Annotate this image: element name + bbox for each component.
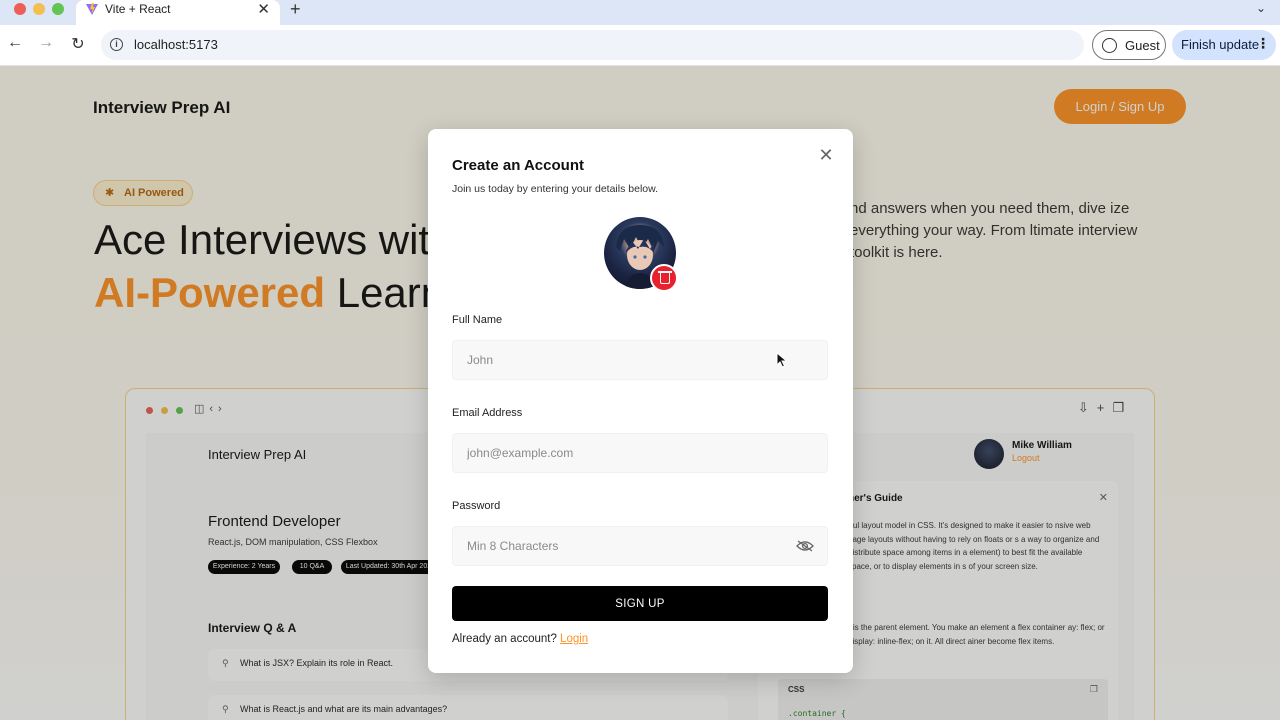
password-label: Password [452, 500, 501, 512]
guest-label: Guest [1125, 38, 1160, 53]
delete-photo-button[interactable] [650, 264, 678, 292]
password-input[interactable] [452, 526, 828, 566]
mouse-cursor-icon [776, 352, 788, 368]
chevron-down-icon[interactable]: ⌄ [1256, 1, 1266, 15]
address-bar[interactable]: i localhost:5173 [101, 30, 1084, 60]
reload-icon[interactable]: ↻ [68, 34, 88, 54]
have-account-text: Already an account? Login [452, 633, 588, 645]
tab-title: Vite + React [105, 2, 171, 16]
person-icon [1102, 38, 1117, 53]
info-icon[interactable]: i [110, 38, 123, 51]
kebab-menu-icon[interactable]: ⋮ [1256, 35, 1270, 52]
signup-button[interactable]: SIGN UP [452, 586, 828, 621]
browser-toolbar: ← → ↻ i localhost:5173 Guest Finish upda… [0, 25, 1280, 66]
full-name-label: Full Name [452, 314, 503, 326]
have-account-label: Already an account? [452, 633, 561, 645]
browser-tab-bar: Vite + React ✕ + ⌄ [0, 0, 1280, 25]
close-icon[interactable]: ✕ [817, 146, 835, 164]
eye-slash-icon[interactable] [796, 540, 814, 552]
maximize-window-button[interactable] [52, 3, 64, 15]
close-window-button[interactable] [14, 3, 26, 15]
minimize-window-button[interactable] [33, 3, 45, 15]
email-input[interactable] [452, 433, 828, 473]
signup-modal: Create an Account Join us today by enter… [428, 129, 853, 673]
modal-subtitle: Join us today by entering your details b… [452, 183, 659, 195]
vite-logo-icon [86, 3, 98, 15]
trash-can-icon [660, 273, 670, 284]
browser-tab[interactable]: Vite + React ✕ [76, 0, 280, 25]
new-tab-button[interactable]: + [290, 0, 301, 20]
finish-update-label: Finish update [1181, 37, 1260, 52]
back-arrow-icon[interactable]: ← [5, 34, 25, 52]
email-label: Email Address [452, 407, 523, 419]
modal-title: Create an Account [452, 157, 584, 174]
url-text[interactable]: localhost:5173 [134, 37, 218, 52]
login-link[interactable]: Login [560, 633, 588, 645]
guest-profile-button[interactable]: Guest [1092, 30, 1166, 60]
finish-update-button[interactable]: Finish update ⋮ [1172, 30, 1276, 60]
forward-arrow-icon[interactable]: → [36, 34, 56, 52]
full-name-input[interactable] [452, 340, 828, 380]
close-tab-icon[interactable]: ✕ [257, 0, 270, 18]
